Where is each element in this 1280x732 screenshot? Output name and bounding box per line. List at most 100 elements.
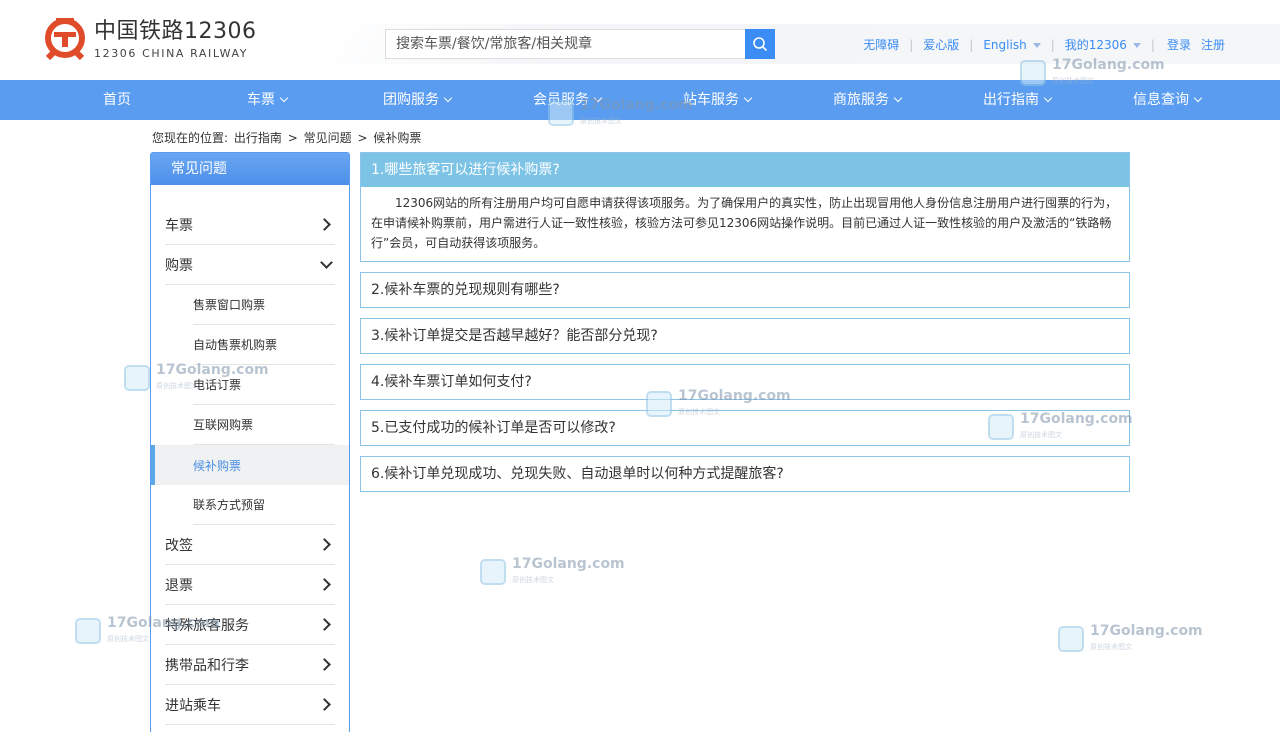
breadcrumb-item: 候补购票 [373,131,422,145]
nav-label: 信息查询 [1133,92,1189,108]
sidebar-item-label: 车票 [165,217,193,234]
nav-item-guide[interactable]: 出行指南 [942,80,1092,120]
nav-item-group[interactable]: 团购服务 [342,80,492,120]
sidebar-subitem-phone[interactable]: 电话订票 [193,365,335,405]
care-version-link[interactable]: 爱心版 [923,36,959,53]
faq-list: 1.哪些旅客可以进行候补购票? 12306网站的所有注册用户均可自愿申请获得该项… [360,152,1130,502]
chevron-down-icon [279,93,289,103]
sidebar-item-label: 退票 [165,577,193,594]
faq-item: 3.候补订单提交是否越早越好？能否部分兑现? [360,318,1130,354]
breadcrumb-sep: > [287,131,298,145]
watermark-text: 17Golang.com [1090,623,1203,639]
faq-item: 1.哪些旅客可以进行候补购票? 12306网站的所有注册用户均可自愿申请获得该项… [360,152,1130,262]
faq-question[interactable]: 1.哪些旅客可以进行候补购票? [361,153,1129,187]
search-bar [385,29,775,59]
register-link[interactable]: 注册 [1201,36,1225,53]
sidebar-title: 常见问题 [151,153,349,185]
nav-item-business[interactable]: 商旅服务 [792,80,942,120]
sidebar-item-label: 携带品和行李 [165,657,249,674]
breadcrumb-prefix: 您现在的位置: [152,131,229,145]
chevron-down-icon [1043,93,1053,103]
sidebar-item-tickets[interactable]: 车票 [165,205,335,245]
railway-logo-icon [44,14,86,64]
chevron-down-icon [593,93,603,103]
chevron-down-icon [893,93,903,103]
watermark: 17Golang.com 原创技术图文 [480,557,625,587]
divider: | [1050,37,1055,52]
chevron-down-icon [320,256,333,269]
nav-label: 会员服务 [533,92,589,108]
login-link[interactable]: 登录 [1167,36,1191,53]
watermark: 17Golang.com 原创技术图文 [1058,624,1203,654]
logo-subtitle: 12306 CHINA RAILWAY [94,46,249,60]
sidebar-item-label: 特殊旅客服务 [165,617,249,634]
watermark-icon [480,559,506,585]
accessible-link[interactable]: 无障碍 [863,36,899,53]
header: 中国铁路12306 12306 CHINA RAILWAY 无障碍 | 爱心版 … [0,0,1280,80]
sidebar-item-luggage[interactable]: 携带品和行李 [165,645,335,685]
watermark-icon [75,618,101,644]
chevron-right-icon [318,578,331,591]
faq-question[interactable]: 3.候补订单提交是否越早越好？能否部分兑现? [361,319,1129,353]
nav-item-member[interactable]: 会员服务 [492,80,642,120]
sidebar-item-purchase[interactable]: 购票 [165,245,335,285]
sidebar-item-change[interactable]: 改签 [165,525,335,565]
nav-item-station[interactable]: 站车服务 [642,80,792,120]
faq-question[interactable]: 2.候补车票的兑现规则有哪些? [361,273,1129,307]
nav-item-tickets[interactable]: 车票 [192,80,342,120]
logo-title: 中国铁路12306 [94,18,257,44]
sidebar-subitem-window[interactable]: 售票窗口购票 [193,285,335,325]
watermark-text: 17Golang.com [512,556,625,572]
breadcrumb-item[interactable]: 出行指南 [234,131,282,145]
sidebar-subitem-contact[interactable]: 联系方式预留 [193,485,335,525]
sidebar-subitem-waitlist[interactable]: 候补购票 [151,445,349,485]
nav-label: 出行指南 [983,92,1039,108]
watermark-subtext: 原创技术图文 [1090,643,1132,651]
caret-down-icon [1032,42,1041,48]
watermark-subtext: 原创技术图文 [107,635,149,643]
language-label: English [983,37,1027,52]
sidebar-item-special[interactable]: 特殊旅客服务 [165,605,335,645]
nav-item-info[interactable]: 信息查询 [1092,80,1242,120]
watermark-icon [1058,626,1084,652]
nav-label: 首页 [103,92,131,108]
chevron-right-icon [318,658,331,671]
language-link[interactable]: English [983,37,1041,52]
sidebar-item-label: 购票 [165,257,193,274]
sidebar-subitem-machine[interactable]: 自动售票机购票 [193,325,335,365]
sidebar-subitem-internet[interactable]: 互联网购票 [193,405,335,445]
divider: | [1150,37,1155,52]
my-12306-link[interactable]: 我的12306 [1065,36,1141,53]
search-icon [753,37,768,52]
faq-item: 2.候补车票的兑现规则有哪些? [360,272,1130,308]
faq-item: 5.已支付成功的候补订单是否可以修改? [360,410,1130,446]
logo[interactable]: 中国铁路12306 12306 CHINA RAILWAY [44,14,257,64]
chevron-down-icon [1193,93,1203,103]
faq-question[interactable]: 6.候补订单兑现成功、兑现失败、自动退单时以何种方式提醒旅客? [361,457,1129,491]
faq-question[interactable]: 5.已支付成功的候补订单是否可以修改? [361,411,1129,445]
nav-label: 团购服务 [383,92,439,108]
search-button[interactable] [745,29,775,59]
faq-answer: 12306网站的所有注册用户均可自愿申请获得该项服务。为了确保用户的真实性，防止… [371,196,1118,250]
chevron-down-icon [443,93,453,103]
faq-item: 6.候补订单兑现成功、兑现失败、自动退单时以何种方式提醒旅客? [360,456,1130,492]
search-input[interactable] [385,29,745,59]
my-12306-label: 我的12306 [1064,38,1127,52]
divider: | [969,37,974,52]
sidebar-item-label: 进站乘车 [165,697,221,714]
sidebar-item-refund[interactable]: 退票 [165,565,335,605]
faq-question[interactable]: 4.候补车票订单如何支付? [361,365,1129,399]
nav-item-home[interactable]: 首页 [42,80,192,120]
sidebar: 常见问题 车票 购票 售票窗口购票 自动售票机购票 电话订票 互联网购票 候补购… [150,152,350,732]
breadcrumb-sep: > [357,131,368,145]
breadcrumb-item[interactable]: 常见问题 [304,131,352,145]
watermark-icon [124,365,150,391]
chevron-right-icon [318,218,331,231]
sidebar-item-label: 改签 [165,537,193,554]
top-links: 无障碍 | 爱心版 | English | 我的12306 | 登录 注册 [863,36,1225,53]
chevron-right-icon [318,618,331,631]
sidebar-item-boarding[interactable]: 进站乘车 [165,685,335,725]
main-nav: 首页 车票 团购服务 会员服务 站车服务 商旅服务 出行指南 信息查询 [0,80,1280,120]
divider: | [909,37,914,52]
chevron-right-icon [318,698,331,711]
